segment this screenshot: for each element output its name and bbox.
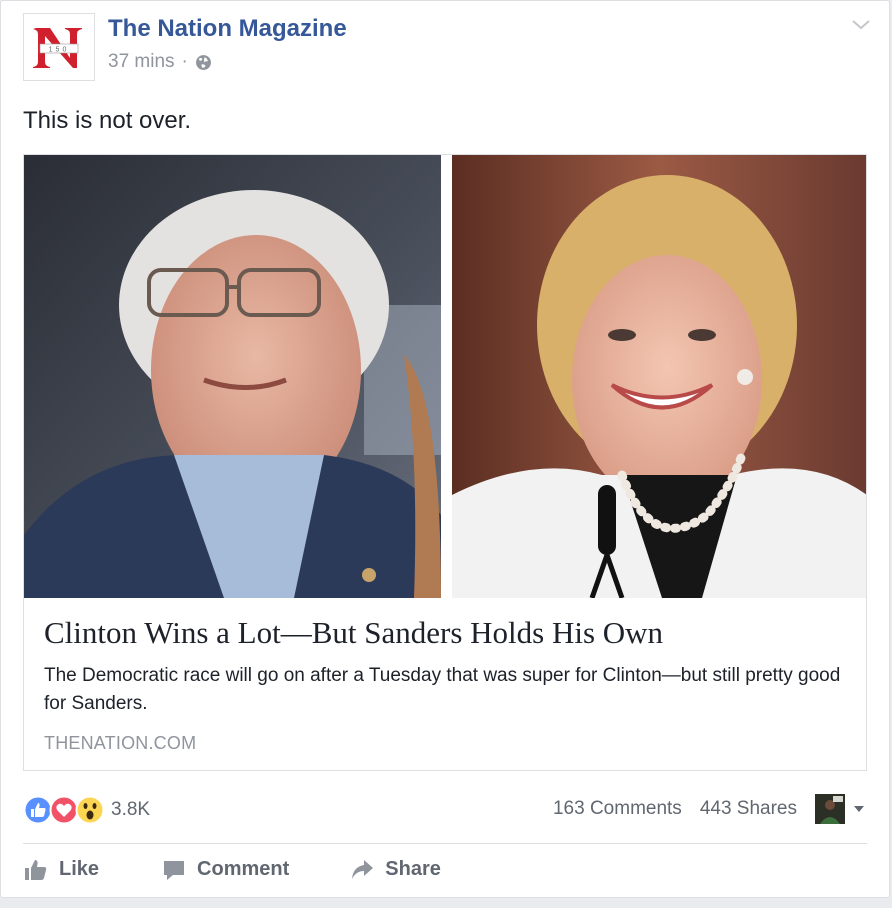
post-actions: Like Comment Share [23,856,441,882]
post-message: This is not over. [23,107,192,134]
comment-label: Comment [197,857,290,880]
avatar[interactable] [815,794,845,824]
svg-text:150: 150 [49,47,70,54]
clinton-photo [452,155,866,598]
post-timestamp[interactable]: 37 mins [108,51,175,73]
globe-icon[interactable] [195,54,212,71]
actions-divider [23,843,867,844]
link-preview-card[interactable]: Clinton Wins a Lot—But Sanders Holds His… [23,154,867,771]
share-button[interactable]: Share [349,856,441,882]
link-title[interactable]: Clinton Wins a Lot—But Sanders Holds His… [44,615,663,651]
link-description: The Democratic race will go on after a T… [44,665,841,714]
like-label: Like [59,857,100,880]
chevron-down-icon[interactable] [850,17,872,33]
caret-down-icon[interactable] [853,805,865,813]
reaction-count[interactable]: 3.8K [111,799,150,821]
comment-icon [164,861,185,880]
share-label: Share [385,857,441,880]
nation-logo-icon: 150 [24,14,94,80]
page-name-link[interactable]: The Nation Magazine [108,15,347,43]
page-logo[interactable]: 150 [23,13,95,81]
thumbs-up-icon [25,860,47,880]
like-button[interactable]: Like [23,856,99,882]
photo-divider [441,155,452,598]
sanders-photo [24,155,441,598]
shares-count-link[interactable]: 443 Shares [700,798,797,820]
meta-separator: · [181,51,188,72]
engagement-stats: 163 Comments 443 Shares [553,794,865,824]
comments-count-link[interactable]: 163 Comments [553,798,682,820]
link-domain: THENATION.COM [44,733,197,753]
reactions-summary[interactable]: 3.8K [23,795,150,825]
feed-post-card: 150 The Nation Magazine 37 mins · This i… [0,0,890,898]
wow-reaction-icon [75,795,105,825]
comment-button[interactable]: Comment [161,856,289,882]
post-meta: 37 mins · [108,51,212,73]
share-arrow-icon [352,860,374,879]
